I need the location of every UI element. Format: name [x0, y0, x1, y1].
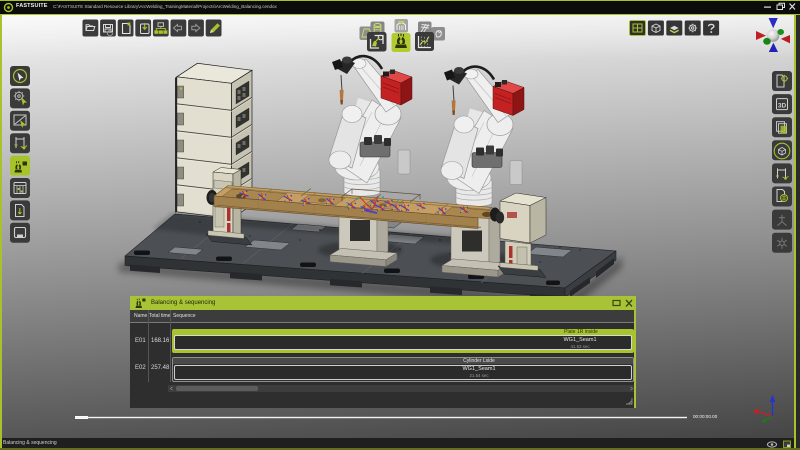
svg-text:3D: 3D: [778, 102, 787, 109]
